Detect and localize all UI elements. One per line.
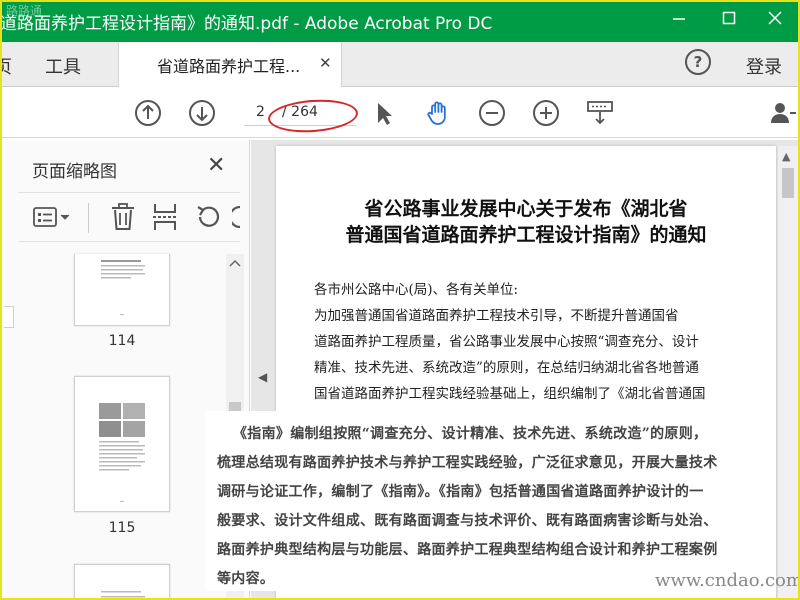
previous-page-icon[interactable] — [134, 99, 162, 127]
doc-scroll-thumb[interactable] — [782, 168, 794, 198]
doc-body-line: 各市州公路中心(局)、各有关单位: — [314, 282, 519, 298]
thumbnail-page-115[interactable] — [74, 376, 170, 512]
overlay-line: 《指南》编制组按照“调查充分、设计精准、技术先进、系统改造”的原则， — [233, 426, 708, 442]
thumbnail-photos — [99, 403, 145, 502]
extract-pages-icon[interactable] — [152, 202, 178, 232]
panel-tools — [18, 192, 242, 242]
window-title: 道路面养护工程设计指南》的通知.pdf - Adobe Acrobat Pro … — [0, 14, 493, 34]
title-bar: 路路通 道路面养护工程设计指南》的通知.pdf - Adobe Acrobat … — [0, 0, 800, 42]
tab-tools[interactable]: 工具 — [45, 53, 81, 79]
tools-divider — [88, 203, 89, 233]
scroll-up-icon[interactable] — [229, 258, 241, 268]
collapse-panel-icon[interactable]: ◀ — [258, 370, 267, 384]
doc-body-line: 为加强普通国省道路面养护工程技术引导，不断提升普通国省 — [314, 308, 679, 324]
thumbnail-text-lines-2 — [101, 591, 145, 598]
next-page-icon[interactable] — [188, 99, 216, 127]
document-scrollbar[interactable]: ▲ — [778, 146, 798, 600]
maximize-button[interactable] — [714, 7, 744, 33]
delete-icon[interactable] — [110, 202, 136, 232]
thumbnail-text-lines — [101, 260, 145, 315]
panel-close-icon[interactable]: ✕ — [207, 153, 225, 178]
minimize-icon — [673, 18, 685, 20]
overlay-line: 梳理总结现有路面养护技术与养护工程实践经验，广泛征求意见，开展大量技术 — [217, 455, 718, 471]
help-button[interactable]: ? — [685, 49, 711, 75]
close-icon — [768, 11, 782, 25]
site-watermark: www.cndao.com — [655, 570, 800, 591]
doc-scroll-up-icon[interactable]: ▲ — [782, 150, 790, 163]
quote-overlay: 《指南》编制组按照“调查充分、设计精准、技术先进、系统改造”的原则， 梳理总结现… — [205, 411, 765, 591]
maximize-icon — [722, 11, 736, 25]
zoom-in-icon[interactable] — [532, 99, 560, 127]
overlay-line: 等内容。 — [217, 571, 275, 587]
current-page-input[interactable]: 2 — [256, 104, 265, 120]
tab-bar: 页 工具 省道路面养护工程... ✕ ? 登录 — [0, 42, 800, 87]
thumbnail-page-116[interactable] — [74, 564, 170, 600]
thumbnail-label-115: 115 — [108, 520, 136, 536]
hand-tool-icon[interactable] — [424, 99, 452, 127]
rotate-icon[interactable] — [194, 203, 222, 231]
panel-title: 页面缩略图 — [32, 162, 117, 182]
rotate-clockwise-icon[interactable] — [232, 203, 242, 231]
zoom-out-icon[interactable] — [478, 99, 506, 127]
thumbnail-label-114: 114 — [108, 333, 136, 349]
options-menu-icon[interactable] — [32, 205, 72, 231]
select-tool-icon[interactable] — [370, 99, 398, 127]
doc-body-line: 精准、技术先进、系统改造”的原则，在总结归纳湖北省各地普通 — [314, 360, 699, 376]
doc-body-line: 国省道路面养护工程实践经验基础上，组织编制了《湖北省普通国 — [314, 386, 706, 402]
tab-home[interactable]: 页 — [0, 53, 12, 79]
doc-title-line2: 普通国省道路面养护工程设计指南》的通知 — [345, 224, 707, 246]
scroll-mode-icon[interactable] — [586, 99, 614, 127]
close-window-button[interactable] — [760, 7, 790, 33]
toolbar: 2 / 264 — [0, 88, 800, 138]
doc-title-line1: 省公路事业发展中心关于发布《湖北省 — [364, 198, 688, 220]
doc-body-line: 道路面养护工程质量，省公路事业发展中心按照“调查充分、设计 — [314, 334, 699, 350]
tab-close-icon[interactable]: ✕ — [319, 54, 332, 72]
panel-handle[interactable] — [4, 306, 14, 328]
share-user-icon[interactable] — [768, 99, 796, 127]
tab-document[interactable]: 省道路面养护工程... ✕ — [118, 42, 342, 87]
minimize-button[interactable] — [664, 7, 694, 33]
tab-document-label: 省道路面养护工程... — [157, 57, 301, 76]
overlay-line: 般要求、设计文件组成、既有路面调查与技术评价、既有路面病害诊断与处治、 — [217, 513, 718, 529]
overlay-line: 调研与论证工作，编制了《指南》。《指南》包括普通国省道路面养护设计的一 — [217, 484, 704, 500]
overlay-line: 路面养护典型结构层与功能层、路面养护工程典型结构组合设计和养护工程案例 — [217, 542, 718, 558]
thumbnail-page-114[interactable] — [74, 254, 170, 326]
login-button[interactable]: 登录 — [746, 53, 782, 79]
